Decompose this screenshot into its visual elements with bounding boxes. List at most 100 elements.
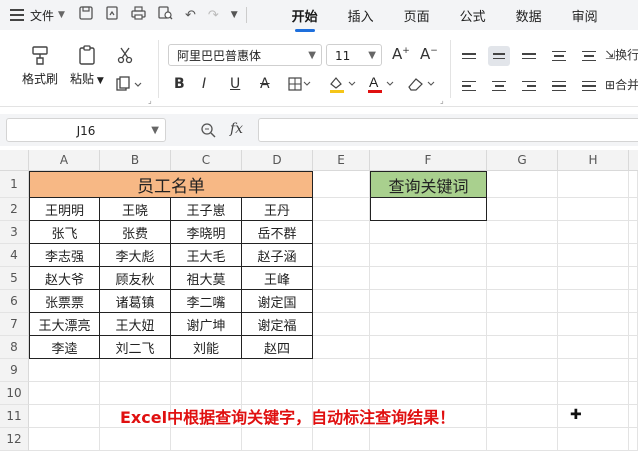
grid-cell[interactable] [100, 382, 171, 405]
grid-cell[interactable] [558, 171, 629, 198]
name-cell[interactable]: 王丹 [242, 198, 313, 221]
row-header-1[interactable]: 1 [0, 171, 29, 198]
name-cell[interactable]: 李大彪 [100, 244, 171, 267]
grid-cell[interactable] [629, 336, 638, 359]
grid-cell[interactable] [370, 382, 487, 405]
row-header-6[interactable]: 6 [0, 290, 29, 313]
grid-cell[interactable] [487, 221, 558, 244]
grid-cell[interactable] [558, 221, 629, 244]
justify-icon[interactable] [548, 76, 570, 96]
file-menu[interactable]: 文件 ▼ [30, 7, 65, 24]
grid-cell[interactable] [313, 244, 370, 267]
name-cell[interactable]: 谢定国 [242, 290, 313, 313]
undo-icon[interactable]: ↶ [185, 8, 196, 23]
align-middle-icon[interactable] [488, 46, 510, 66]
grid-cell[interactable] [558, 267, 629, 290]
grid-cell[interactable] [100, 359, 171, 382]
grid-cell[interactable] [487, 267, 558, 290]
grid-cell[interactable] [313, 382, 370, 405]
column-header-e[interactable]: E [313, 150, 370, 171]
grid-cell[interactable] [629, 267, 638, 290]
dialog-launcher-icon[interactable]: ⌟ [148, 96, 152, 105]
tab-insert[interactable]: 插入 [333, 6, 389, 25]
name-cell[interactable]: 祖大莫 [171, 267, 242, 290]
cell-title[interactable]: 员工名单 [29, 171, 313, 198]
grid-cell[interactable] [629, 359, 638, 382]
grid-cell[interactable] [487, 336, 558, 359]
grid-cell[interactable] [487, 359, 558, 382]
name-cell[interactable]: 谢广坤 [171, 313, 242, 336]
tab-page[interactable]: 页面 [389, 6, 445, 25]
grid-cell[interactable] [629, 428, 638, 451]
row-header-10[interactable]: 10 [0, 382, 29, 405]
align-top-icon[interactable] [458, 46, 480, 66]
name-cell[interactable]: 岳不群 [242, 221, 313, 244]
name-cell[interactable]: 诸葛镇 [100, 290, 171, 313]
row-header-4[interactable]: 4 [0, 244, 29, 267]
grid-cell[interactable] [558, 198, 629, 221]
column-header-a[interactable]: A [29, 150, 100, 171]
grid-cell[interactable] [558, 336, 629, 359]
dialog-launcher-icon[interactable]: ⌟ [440, 96, 444, 105]
name-cell[interactable]: 赵大爷 [29, 267, 100, 290]
grid-cell[interactable] [487, 405, 558, 428]
grid-cell[interactable] [370, 313, 487, 336]
name-cell[interactable]: 刘二飞 [100, 336, 171, 359]
grid-cell[interactable] [313, 267, 370, 290]
formula-input[interactable] [258, 118, 638, 142]
grid-cell[interactable] [487, 244, 558, 267]
name-cell[interactable]: 王大妞 [100, 313, 171, 336]
zoom-search-icon[interactable] [200, 122, 216, 142]
border-icon[interactable] [288, 77, 312, 95]
row-header-12[interactable]: 12 [0, 428, 29, 451]
grid-cell[interactable] [100, 428, 171, 451]
grid-cell[interactable] [313, 171, 370, 198]
grid-cell[interactable] [313, 428, 370, 451]
row-header-11[interactable]: 11 [0, 405, 29, 428]
clear-format-icon[interactable] [406, 76, 438, 96]
save-icon[interactable] [79, 6, 93, 24]
underline-icon[interactable]: U [230, 76, 240, 92]
column-header-f[interactable]: F [370, 150, 487, 171]
name-box[interactable]: J16 ▼ [6, 118, 166, 142]
row-header-8[interactable]: 8 [0, 336, 29, 359]
column-header-c[interactable]: C [171, 150, 242, 171]
name-cell[interactable]: 张费 [100, 221, 171, 244]
merge-button[interactable]: ⊞合并 [605, 76, 638, 93]
tab-review[interactable]: 审阅 [557, 6, 613, 25]
grid-cell[interactable] [487, 313, 558, 336]
increase-font-icon[interactable]: A+ [392, 45, 410, 63]
grid-cell[interactable] [313, 336, 370, 359]
name-cell[interactable]: 顾友秋 [100, 267, 171, 290]
grid-cell[interactable] [629, 290, 638, 313]
grid-cell[interactable] [558, 290, 629, 313]
grid-cell[interactable] [629, 221, 638, 244]
grid-cell[interactable] [171, 359, 242, 382]
bold-icon[interactable]: B [174, 76, 185, 92]
name-cell[interactable]: 赵四 [242, 336, 313, 359]
keyword-input-cell[interactable] [370, 198, 487, 221]
grid-cell[interactable] [558, 405, 629, 428]
copy-icon[interactable] [116, 76, 144, 96]
column-header-d[interactable]: D [242, 150, 313, 171]
name-cell[interactable]: 王明明 [29, 198, 100, 221]
paste-button[interactable]: 粘贴 ▼ [70, 44, 104, 87]
name-cell[interactable]: 李志强 [29, 244, 100, 267]
tab-data[interactable]: 数据 [501, 6, 557, 25]
grid-cell[interactable] [629, 382, 638, 405]
grid-cell[interactable] [629, 313, 638, 336]
grid-cell[interactable] [29, 428, 100, 451]
grid-cell[interactable] [629, 198, 638, 221]
grid-cell[interactable] [558, 244, 629, 267]
row-header-5[interactable]: 5 [0, 267, 29, 290]
name-cell[interactable]: 王晓 [100, 198, 171, 221]
tab-home[interactable]: 开始 [277, 6, 333, 32]
distributed-icon[interactable] [578, 76, 600, 96]
print-icon[interactable] [131, 6, 146, 24]
strikethrough-icon[interactable]: A [260, 76, 270, 92]
grid-cell[interactable] [487, 171, 558, 198]
grid-cell[interactable] [370, 244, 487, 267]
grid-cell[interactable] [242, 428, 313, 451]
grid-cell[interactable] [629, 244, 638, 267]
grid-cell[interactable] [629, 171, 638, 198]
